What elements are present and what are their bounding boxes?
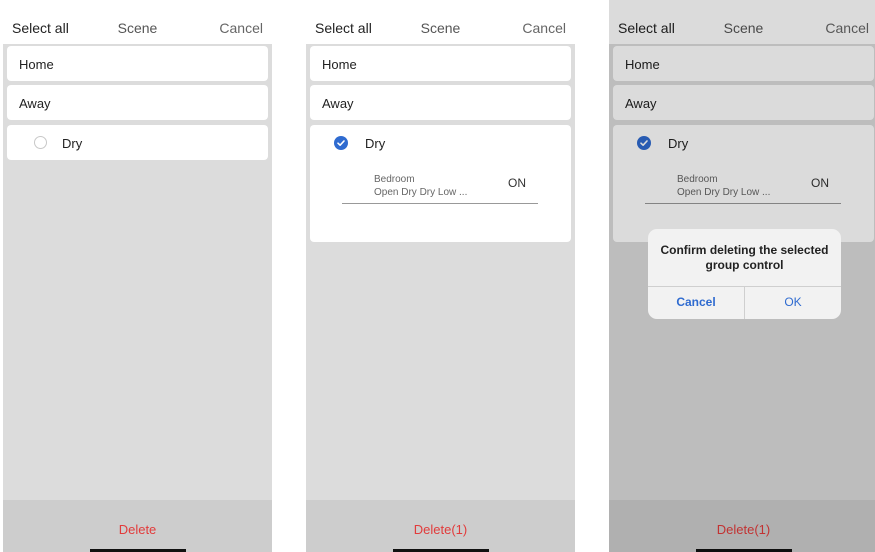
cancel-button[interactable]: Cancel bbox=[522, 20, 566, 36]
cancel-button[interactable]: Cancel bbox=[219, 20, 263, 36]
delete-button[interactable]: Delete bbox=[3, 522, 272, 537]
check-circle-icon[interactable] bbox=[334, 136, 348, 150]
device-room: Bedroom bbox=[374, 174, 415, 185]
header-bar: Select all Scene Cancel bbox=[3, 0, 272, 44]
delete-button[interactable]: Delete(1) bbox=[306, 522, 575, 537]
footer-bar: Delete bbox=[3, 500, 272, 552]
scene-item-label: Home bbox=[19, 57, 54, 72]
device-state: ON bbox=[508, 176, 526, 190]
dialog-message: Confirm deleting the selected group cont… bbox=[660, 243, 829, 272]
scene-item-away[interactable]: Away bbox=[310, 85, 571, 120]
footer-bar: Delete(1) bbox=[306, 500, 575, 552]
divider bbox=[342, 203, 538, 204]
group-card-dry[interactable]: Dry Bedroom Open Dry Dry Low ... ON bbox=[310, 125, 571, 242]
scene-item-away[interactable]: Away bbox=[7, 85, 268, 120]
radio-empty-icon[interactable] bbox=[34, 136, 47, 149]
device-settings: Open Dry Dry Low ... bbox=[374, 187, 468, 198]
header-bar: Select all Scene Cancel bbox=[306, 0, 575, 44]
scene-item-home[interactable]: Home bbox=[310, 46, 571, 81]
screen-unselected: Select all Scene Cancel Home Away Dry De… bbox=[3, 0, 272, 552]
scene-item-label: Home bbox=[322, 57, 357, 72]
scene-item-label: Away bbox=[19, 96, 51, 111]
group-title: Dry bbox=[62, 136, 83, 151]
scene-item-label: Away bbox=[322, 96, 354, 111]
group-title: Dry bbox=[365, 136, 386, 151]
screen-confirm-dialog: Select all Scene Cancel Home Away Dry Be… bbox=[609, 0, 875, 552]
dialog-cancel-button[interactable]: Cancel bbox=[648, 286, 744, 319]
dialog-ok-button[interactable]: OK bbox=[745, 286, 841, 319]
group-card-dry[interactable]: Dry bbox=[7, 125, 268, 160]
scene-item-home[interactable]: Home bbox=[7, 46, 268, 81]
screen-selected: Select all Scene Cancel Home Away Dry Be… bbox=[306, 0, 575, 552]
confirm-dialog: Confirm deleting the selected group cont… bbox=[648, 229, 841, 319]
